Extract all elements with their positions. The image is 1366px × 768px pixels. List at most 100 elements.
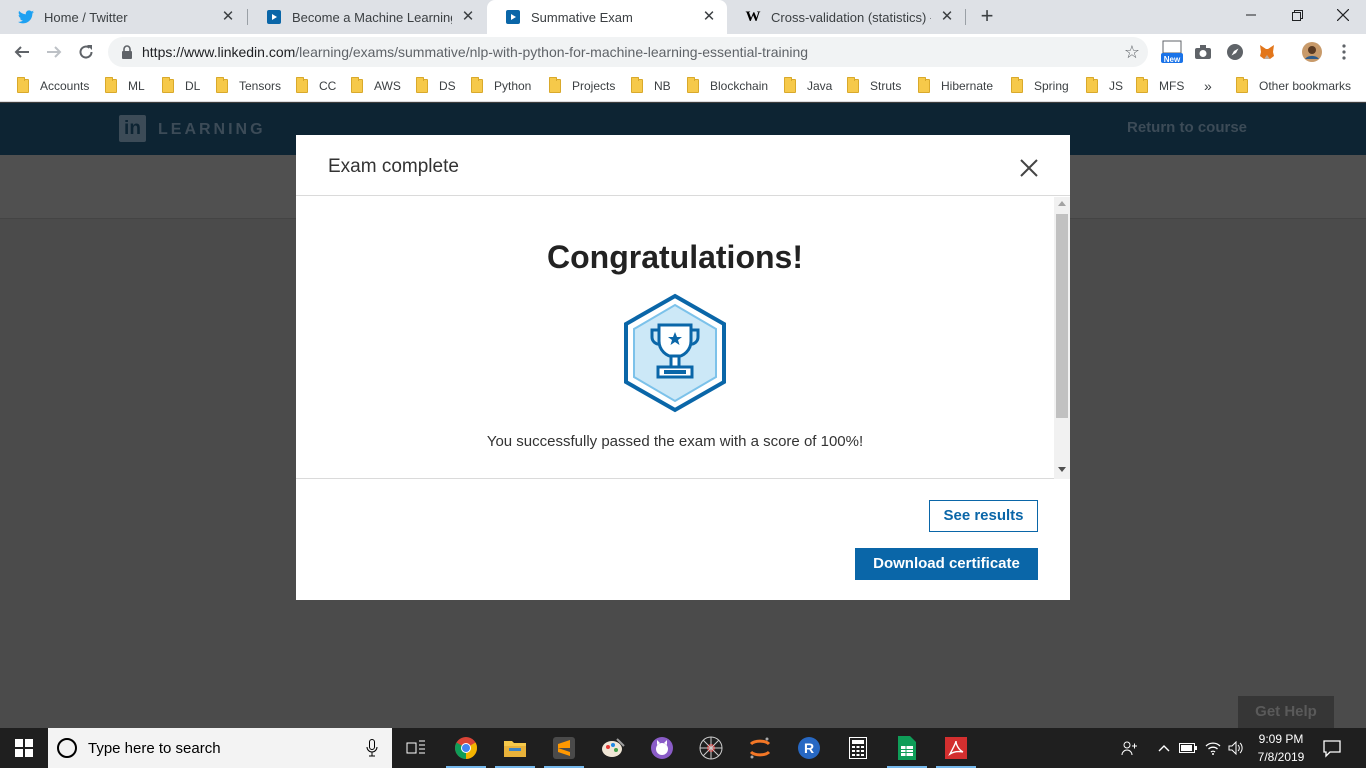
close-icon[interactable] — [1018, 157, 1040, 179]
tab-close-icon[interactable]: ✕ — [701, 9, 717, 25]
scroll-up-arrow-icon[interactable] — [1058, 201, 1066, 206]
restore-button[interactable] — [1274, 0, 1320, 30]
scroll-down-arrow-icon[interactable] — [1058, 467, 1066, 472]
action-center-icon[interactable] — [1322, 738, 1342, 758]
new-badge: New — [1163, 55, 1181, 64]
back-button[interactable] — [10, 40, 34, 64]
sublime-text-icon[interactable] — [540, 728, 588, 768]
microphone-icon[interactable] — [366, 739, 378, 757]
windows-start-icon[interactable] — [0, 728, 48, 768]
bookmark-ds[interactable]: DS — [416, 77, 456, 95]
bookmark-label: Tensors — [239, 79, 282, 93]
bookmark-nb[interactable]: NB — [631, 77, 671, 95]
bookmark-label: MFS — [1159, 79, 1185, 93]
return-to-course-link[interactable]: Return to course — [1127, 119, 1247, 136]
tab-close-icon[interactable]: ✕ — [460, 9, 476, 25]
folder-icon — [1236, 77, 1248, 93]
bookmark-label: Accounts — [40, 79, 90, 93]
chrome-menu-icon[interactable] — [1334, 42, 1354, 62]
bookmark-python[interactable]: Python — [471, 77, 531, 95]
bookmark-ml[interactable]: ML — [105, 77, 145, 95]
get-help-button[interactable]: Get Help — [1238, 696, 1334, 728]
bookmark-label: Struts — [870, 79, 902, 93]
forward-button[interactable] — [42, 40, 66, 64]
linkedin-logo-icon[interactable]: in — [119, 115, 146, 142]
bookmark-label: DL — [185, 79, 201, 93]
folder-icon — [687, 77, 699, 93]
folder-icon — [17, 77, 29, 93]
folder-icon — [471, 77, 483, 93]
show-hidden-icons-chevron-icon[interactable] — [1154, 738, 1174, 758]
profile-avatar[interactable] — [1302, 42, 1322, 62]
bookmark-accounts[interactable]: Accounts — [17, 77, 89, 95]
chrome-taskbar-icon[interactable] — [442, 728, 490, 768]
tab-close-icon[interactable]: ✕ — [220, 9, 236, 25]
url-host: https://www.linkedin.com — [142, 44, 296, 60]
tab-title: Become a Machine Learning Spe — [292, 9, 452, 25]
folder-icon — [1136, 77, 1148, 93]
download-certificate-button[interactable]: Download certificate — [855, 548, 1038, 580]
paint-icon[interactable] — [589, 728, 637, 768]
bookmark-java[interactable]: Java — [784, 77, 832, 95]
volume-icon[interactable] — [1226, 738, 1246, 758]
minimize-button[interactable] — [1228, 0, 1274, 30]
bookmark-label: CC — [319, 79, 337, 93]
bookmark-js[interactable]: JS — [1086, 77, 1123, 95]
battery-icon[interactable] — [1178, 738, 1198, 758]
wifi-icon[interactable] — [1203, 738, 1223, 758]
folder-icon — [1086, 77, 1098, 93]
bookmark-spring[interactable]: Spring — [1011, 77, 1069, 95]
tab-summative-exam[interactable]: Summative Exam ✕ — [487, 0, 727, 34]
bookmark-label: JS — [1109, 79, 1124, 93]
people-icon[interactable] — [1119, 738, 1139, 758]
scroll-thumb[interactable] — [1056, 214, 1068, 418]
new-tab-button[interactable]: + — [976, 5, 998, 27]
clock-date: 7/8/2019 — [1257, 750, 1305, 764]
acrobat-reader-icon[interactable] — [932, 728, 980, 768]
google-sheets-icon[interactable] — [883, 728, 931, 768]
extension-new-icon[interactable]: New — [1160, 40, 1184, 64]
calculator-icon[interactable] — [834, 728, 882, 768]
see-results-button[interactable]: See results — [929, 500, 1038, 532]
tab-title: Cross-validation (statistics) - Wik — [771, 9, 931, 25]
taskbar-search-box[interactable]: Type here to search — [48, 728, 392, 768]
bookmark-projects[interactable]: Projects — [549, 77, 615, 95]
taskbar-clock[interactable]: 9:09 PM 7/8/2019 — [1246, 730, 1316, 766]
tab-cross-validation[interactable]: W Cross-validation (statistics) - Wik ✕ — [727, 0, 965, 34]
bookmark-mfs[interactable]: MFS — [1136, 77, 1184, 95]
tab-twitter[interactable]: Home / Twitter ✕ — [0, 0, 246, 34]
tab-ml-specialist[interactable]: Become a Machine Learning Spe ✕ — [248, 0, 486, 34]
trophy-badge-icon — [624, 293, 726, 413]
folder-icon — [1011, 77, 1023, 93]
reload-button[interactable] — [74, 40, 98, 64]
tab-close-icon[interactable]: ✕ — [939, 9, 955, 25]
bookmark-star-icon[interactable]: ☆ — [1124, 42, 1140, 63]
spider-app-icon[interactable] — [687, 728, 735, 768]
bookmark-dl[interactable]: DL — [162, 77, 200, 95]
bookmark-aws[interactable]: AWS — [351, 77, 401, 95]
dialog-scrollbar[interactable] — [1054, 197, 1070, 479]
compass-extension-icon[interactable] — [1225, 42, 1245, 62]
bookmarks-overflow-button[interactable]: » — [1204, 77, 1212, 95]
url-text[interactable]: https://www.linkedin.com/learning/exams/… — [142, 44, 808, 60]
r-language-icon[interactable]: R — [785, 728, 833, 768]
bookmark-tensors[interactable]: Tensors — [216, 77, 281, 95]
bookmark-label: Spring — [1034, 79, 1069, 93]
svg-text:R: R — [804, 740, 814, 756]
file-explorer-icon[interactable] — [491, 728, 539, 768]
folder-icon — [784, 77, 796, 93]
bookmark-other-bookmarks[interactable]: Other bookmarks — [1236, 77, 1351, 95]
bookmark-struts[interactable]: Struts — [847, 77, 901, 95]
metamask-fox-icon[interactable] — [1257, 42, 1277, 62]
task-view-icon[interactable] — [392, 728, 440, 768]
folder-icon — [416, 77, 428, 93]
github-desktop-icon[interactable] — [638, 728, 686, 768]
address-bar[interactable]: https://www.linkedin.com/learning/exams/… — [108, 37, 1148, 67]
close-window-button[interactable] — [1320, 0, 1366, 30]
bookmark-hibernate[interactable]: Hibernate — [918, 77, 993, 95]
jupyter-icon[interactable] — [736, 728, 784, 768]
bookmark-label: Python — [494, 79, 532, 93]
camera-extension-icon[interactable] — [1193, 42, 1213, 62]
bookmark-cc[interactable]: CC — [296, 77, 336, 95]
bookmark-blockchain[interactable]: Blockchain — [687, 77, 768, 95]
